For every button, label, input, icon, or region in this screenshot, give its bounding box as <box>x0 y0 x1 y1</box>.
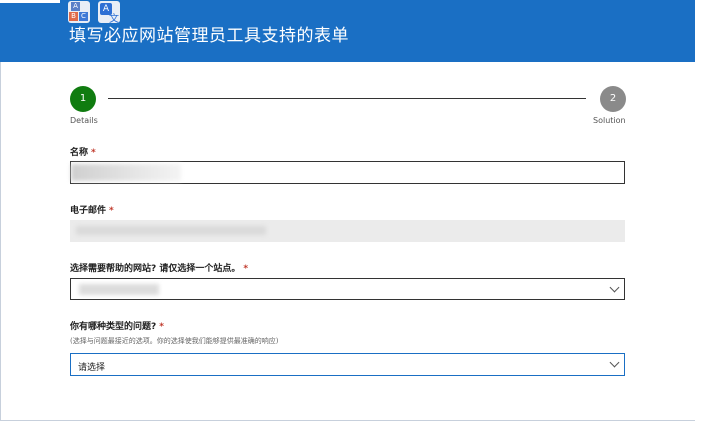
page-header: A B C A 文 填写必应网站管理员工具支持的表单 <box>0 0 696 62</box>
site-select[interactable] <box>70 278 625 300</box>
redacted-email-value <box>76 226 266 235</box>
page-margin <box>695 0 701 431</box>
email-label: 电子邮件 * <box>70 206 114 216</box>
name-field[interactable] <box>70 161 625 184</box>
required-mark: * <box>109 206 114 216</box>
name-label: 名称 * <box>70 148 96 158</box>
step-1-indicator: 1 <box>70 86 96 112</box>
chevron-down-icon <box>609 357 620 368</box>
email-field[interactable] <box>70 220 625 242</box>
step-2-label: Solution <box>593 116 626 125</box>
issue-type-selected-value: 请选择 <box>78 363 106 373</box>
issue-type-hint: (选择与问题最接近的选项。你的选择使我们能够提供最准确的响应) <box>70 337 279 345</box>
required-mark: * <box>243 264 249 274</box>
top-strip <box>0 0 60 3</box>
step-2-indicator: 2 <box>600 86 626 112</box>
required-mark: * <box>159 322 164 332</box>
redacted-name-value <box>71 164 181 181</box>
site-label: 选择需要帮助的网站? 请仅选择一个站点。 * <box>70 264 249 274</box>
chevron-down-icon <box>609 282 620 293</box>
issue-type-label: 你有哪种类型的问题? * <box>70 322 164 332</box>
required-mark: * <box>91 148 96 158</box>
step-progress-line <box>108 98 586 99</box>
translate-languages-icon[interactable]: A B C <box>68 1 90 23</box>
issue-type-select[interactable]: 请选择 <box>70 353 625 376</box>
translate-icon[interactable]: A 文 <box>98 1 120 25</box>
redacted-site-value <box>79 284 159 295</box>
page-title: 填写必应网站管理员工具支持的表单 <box>69 26 349 46</box>
step-1-label: Details <box>70 116 98 125</box>
